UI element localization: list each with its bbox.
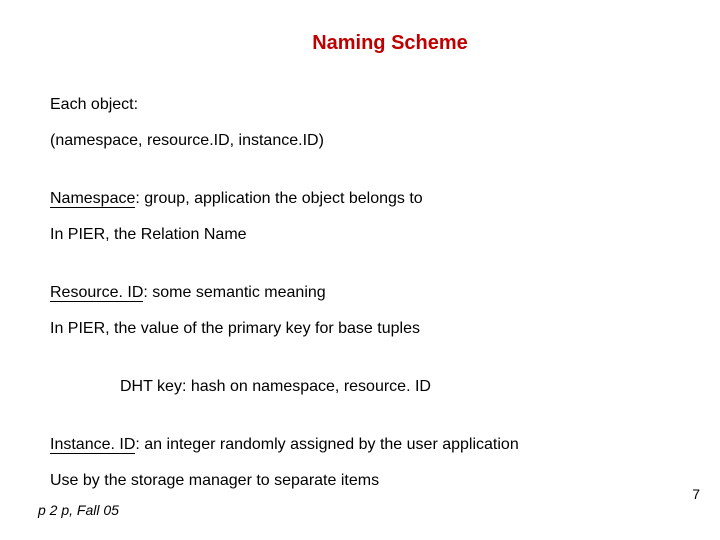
namespace-term: Namespace [50, 190, 135, 208]
each-object-label: Each object: [50, 93, 680, 117]
slide-content: Each object: (namespace, resource.ID, in… [40, 93, 680, 493]
footer-text: p 2 p, Fall 05 [38, 502, 119, 518]
resource-term: Resource. ID [50, 284, 143, 302]
page-number: 7 [692, 486, 700, 502]
resource-pier: In PIER, the value of the primary key fo… [50, 317, 680, 341]
resource-desc: : some semantic meaning [143, 284, 325, 301]
namespace-line: Namespace: group, application the object… [50, 187, 680, 211]
dht-key: DHT key: hash on namespace, resource. ID [50, 375, 680, 399]
instance-line: Instance. ID: an integer randomly assign… [50, 433, 680, 457]
namespace-pier: In PIER, the Relation Name [50, 223, 680, 247]
instance-term: Instance. ID [50, 436, 135, 454]
namespace-desc: : group, application the object belongs … [135, 190, 422, 207]
tuple-format: (namespace, resource.ID, instance.ID) [50, 129, 680, 153]
resource-line: Resource. ID: some semantic meaning [50, 281, 680, 305]
instance-usage: Use by the storage manager to separate i… [50, 469, 680, 493]
slide-title: Naming Scheme [100, 32, 680, 55]
instance-desc: : an integer randomly assigned by the us… [135, 436, 518, 453]
